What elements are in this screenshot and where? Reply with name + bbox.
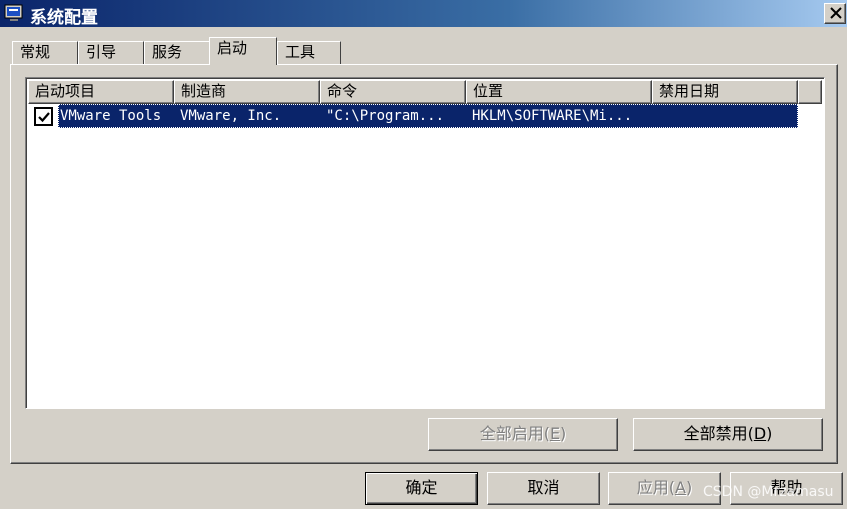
list-header: 启动项目 制造商 命令 位置 禁用日期 bbox=[28, 80, 822, 104]
tab-startup[interactable]: 启动 bbox=[209, 37, 277, 65]
column-header-disabled-date[interactable]: 禁用日期 bbox=[652, 80, 798, 104]
button-label-end: ) bbox=[560, 424, 567, 443]
button-label: 应用( bbox=[636, 478, 676, 497]
column-header-manufacturer[interactable]: 制造商 bbox=[174, 80, 320, 104]
button-label: 全部启用( bbox=[479, 424, 550, 443]
cell-command: "C:\Program... bbox=[326, 108, 445, 124]
tab-label: 常规 bbox=[20, 43, 51, 61]
tab-label: 引导 bbox=[86, 43, 117, 61]
cell-item: VMware Tools bbox=[60, 108, 162, 124]
title-bar[interactable]: 系统配置 bbox=[0, 0, 847, 28]
tab-label: 服务 bbox=[152, 43, 183, 61]
tab-general[interactable]: 常规 bbox=[12, 41, 78, 64]
cell-location: HKLM\SOFTWARE\Mi... bbox=[472, 108, 633, 124]
button-label-end: ) bbox=[685, 478, 693, 497]
startup-item-checkbox[interactable] bbox=[34, 107, 53, 126]
cell-disabled-date bbox=[658, 104, 798, 128]
checkmark-icon bbox=[38, 112, 50, 123]
button-label: 全部禁用( bbox=[683, 424, 754, 443]
tab-label: 工具 bbox=[285, 43, 316, 61]
window-title: 系统配置 bbox=[30, 8, 98, 28]
close-button[interactable] bbox=[824, 3, 846, 24]
accelerator-key: D bbox=[753, 424, 767, 443]
cancel-button[interactable]: 取消 bbox=[487, 472, 600, 505]
tab-label: 启动 bbox=[217, 39, 248, 57]
startup-list[interactable]: 启动项目 制造商 命令 位置 禁用日期 VMware Tools VMware,… bbox=[25, 77, 825, 409]
accelerator-key: A bbox=[675, 478, 686, 497]
tab-tools[interactable]: 工具 bbox=[277, 41, 341, 64]
column-header-filler bbox=[798, 80, 822, 104]
close-icon bbox=[830, 7, 842, 19]
tab-services[interactable]: 服务 bbox=[144, 41, 210, 64]
column-header-item[interactable]: 启动项目 bbox=[28, 80, 174, 104]
cell-manufacturer: VMware, Inc. bbox=[180, 108, 282, 124]
ok-button[interactable]: 确定 bbox=[365, 472, 478, 505]
column-header-location[interactable]: 位置 bbox=[466, 80, 652, 104]
column-header-command[interactable]: 命令 bbox=[320, 80, 466, 104]
tab-boot[interactable]: 引导 bbox=[78, 41, 144, 64]
button-label-end: ) bbox=[766, 424, 773, 443]
accelerator-key: E bbox=[549, 424, 561, 443]
watermark: CSDN @Mrzamasu bbox=[703, 484, 834, 500]
table-row[interactable]: VMware Tools VMware, Inc. "C:\Program...… bbox=[28, 104, 798, 128]
disable-all-button[interactable]: 全部禁用(D) bbox=[633, 418, 823, 451]
system-config-icon bbox=[4, 3, 24, 23]
enable-all-button[interactable]: 全部启用(E) bbox=[428, 418, 618, 451]
